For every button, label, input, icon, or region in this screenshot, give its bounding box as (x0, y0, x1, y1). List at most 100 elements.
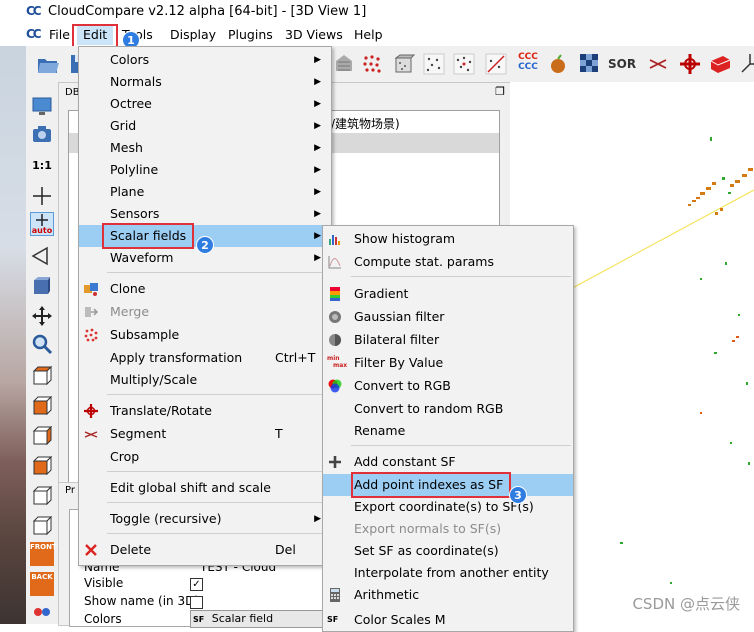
view-toolbar: 1:1 auto FRONT BACK (26, 82, 59, 624)
bilateral-icon (327, 332, 343, 348)
points-red-icon[interactable] (360, 52, 384, 76)
menu-item-segment[interactable]: Segment T (79, 423, 331, 445)
menu-3d-views[interactable]: 3D Views (285, 27, 343, 42)
subsample-icon (83, 327, 99, 343)
db-tree-item[interactable]: /建筑物场景) (331, 115, 400, 132)
auto-pivot-button[interactable]: auto (30, 212, 54, 236)
menu-item-gradient[interactable]: Gradient (323, 283, 573, 305)
menu-file[interactable]: File (49, 27, 70, 42)
crosshair-icon[interactable] (30, 184, 54, 208)
menu-item-edit-global-shift[interactable]: Edit global shift and scale (79, 477, 331, 499)
menu-separator (351, 276, 571, 277)
app-menu-icon[interactable]: CC (26, 27, 42, 41)
menu-item-subsample[interactable]: Subsample (79, 324, 331, 346)
menu-item-colors[interactable]: Colors ▶ (79, 49, 331, 71)
sparse-points-icon[interactable] (422, 52, 446, 76)
menu-item-normals[interactable]: Normals ▶ (79, 71, 331, 93)
menu-item-export-normals-to-sf[interactable]: Export normals to SF(s) (323, 518, 573, 540)
view-front-icon[interactable] (30, 394, 54, 418)
view-bottom-icon[interactable] (30, 514, 54, 538)
menu-item-export-coordinates-to-sf[interactable]: Export coordinate(s) to SF(s) (323, 496, 573, 518)
app-logo-icon: CC (26, 4, 42, 18)
plus-icon (327, 454, 343, 470)
camera-icon[interactable] (30, 122, 54, 146)
menu-item-interpolate[interactable]: Interpolate from another entity (323, 562, 573, 584)
menu-item-apply-transformation[interactable]: Apply transformation Ctrl+T (79, 347, 331, 369)
view-front-iso-button[interactable]: FRONT (30, 542, 57, 566)
dots-icon[interactable] (30, 600, 54, 624)
delete-icon (83, 542, 99, 558)
menu-plugins[interactable]: Plugins (228, 27, 273, 42)
menu-item-mesh[interactable]: Mesh ▶ (79, 137, 331, 159)
menu-item-arithmetic[interactable]: Arithmetic (323, 584, 573, 606)
histogram-icon (327, 231, 343, 247)
watermark: CSDN @点云侠 (632, 595, 740, 613)
menu-item-sensors[interactable]: Sensors ▶ (79, 203, 331, 225)
cube-points-icon[interactable] (392, 52, 416, 76)
menu-item-convert-to-random-rgb[interactable]: Convert to random RGB (323, 398, 573, 420)
annotation-box-scalar-fields (102, 223, 194, 249)
scalar-fields-submenu: Show histogram Compute stat. params Grad… (322, 225, 574, 632)
sample-points-icon[interactable] (484, 52, 508, 76)
menu-separator (107, 272, 329, 273)
rgb-icon (327, 378, 343, 394)
shell-icon[interactable] (332, 52, 356, 76)
menu-item-plane[interactable]: Plane ▶ (79, 181, 331, 203)
ccc-icon[interactable]: CCC CCC (516, 52, 540, 76)
translate-rotate-icon[interactable] (678, 52, 702, 76)
menu-item-compute-stat-params[interactable]: Compute stat. params (323, 251, 573, 273)
menu-item-add-constant-sf[interactable]: Add constant SF (323, 451, 573, 473)
menu-item-translate-rotate[interactable]: Translate/Rotate (79, 400, 331, 422)
clone-icon (83, 281, 99, 297)
menu-item-set-sf-as-coordinates[interactable]: Set SF as coordinate(s) (323, 540, 573, 562)
scissors-icon[interactable] (646, 52, 670, 76)
menu-item-convert-to-rgb[interactable]: Convert to RGB (323, 375, 573, 397)
object-display-icon[interactable] (30, 274, 54, 298)
menu-separator (107, 533, 329, 534)
menu-item-bilateral-filter[interactable]: Bilateral filter (323, 329, 573, 351)
menu-item-toggle-recursive[interactable]: Toggle (recursive) ▶ (79, 508, 331, 530)
menu-separator (107, 394, 329, 395)
translate-rotate-icon (83, 403, 99, 419)
view-back-icon[interactable] (30, 454, 54, 478)
view-left-icon[interactable] (30, 424, 54, 448)
window-title: CloudCompare v2.12 alpha [64-bit] - [3D … (48, 4, 367, 19)
menu-item-grid[interactable]: Grid ▶ (79, 115, 331, 137)
view-back-iso-button[interactable]: BACK (30, 572, 54, 596)
view-top-icon[interactable] (30, 364, 54, 388)
menu-item-delete[interactable]: Delete Del (79, 539, 331, 561)
fruit-icon[interactable] (546, 52, 570, 76)
view-right-icon[interactable] (30, 484, 54, 508)
screen-icon[interactable] (30, 94, 54, 118)
axes-icon[interactable] (738, 52, 754, 76)
zoom-1-to-1-button[interactable]: 1:1 (30, 154, 54, 178)
menu-item-filter-by-value[interactable]: min max Filter By Value (323, 352, 573, 374)
menu-item-merge[interactable]: Merge (79, 301, 331, 323)
menu-item-crop[interactable]: Crop (79, 446, 331, 468)
menu-item-multiply-scale[interactable]: Multiply/Scale (79, 369, 331, 391)
prop-visible-label: Visible (84, 576, 124, 590)
open-folder-icon[interactable] (36, 52, 60, 76)
colors-dropdown[interactable]: SF Scalar field (190, 610, 330, 628)
merge-icon (83, 304, 99, 320)
checker-icon[interactable] (578, 52, 602, 76)
menu-display[interactable]: Display (170, 27, 216, 42)
noise-filter-icon[interactable] (452, 52, 476, 76)
zoom-icon[interactable] (30, 332, 54, 356)
perspective-icon[interactable] (30, 244, 54, 268)
menu-item-rename[interactable]: Rename (323, 420, 573, 442)
gradient-icon (327, 286, 343, 302)
undock-icon[interactable]: ❐ (495, 85, 505, 98)
menu-item-polyline[interactable]: Polyline ▶ (79, 159, 331, 181)
visible-checkbox[interactable]: ✓ (190, 578, 203, 591)
showname-checkbox[interactable] (190, 596, 203, 609)
menu-item-show-histogram[interactable]: Show histogram (323, 228, 573, 250)
pan-icon[interactable] (30, 304, 54, 328)
menu-help[interactable]: Help (354, 27, 383, 42)
menu-item-octree[interactable]: Octree ▶ (79, 93, 331, 115)
menu-item-color-scales-manager[interactable]: SF Color Scales M (323, 609, 573, 631)
red-box-icon[interactable] (708, 52, 732, 76)
menu-item-clone[interactable]: Clone (79, 278, 331, 300)
menu-item-gaussian-filter[interactable]: Gaussian filter (323, 306, 573, 328)
sor-filter-icon[interactable]: SOR (608, 52, 636, 76)
